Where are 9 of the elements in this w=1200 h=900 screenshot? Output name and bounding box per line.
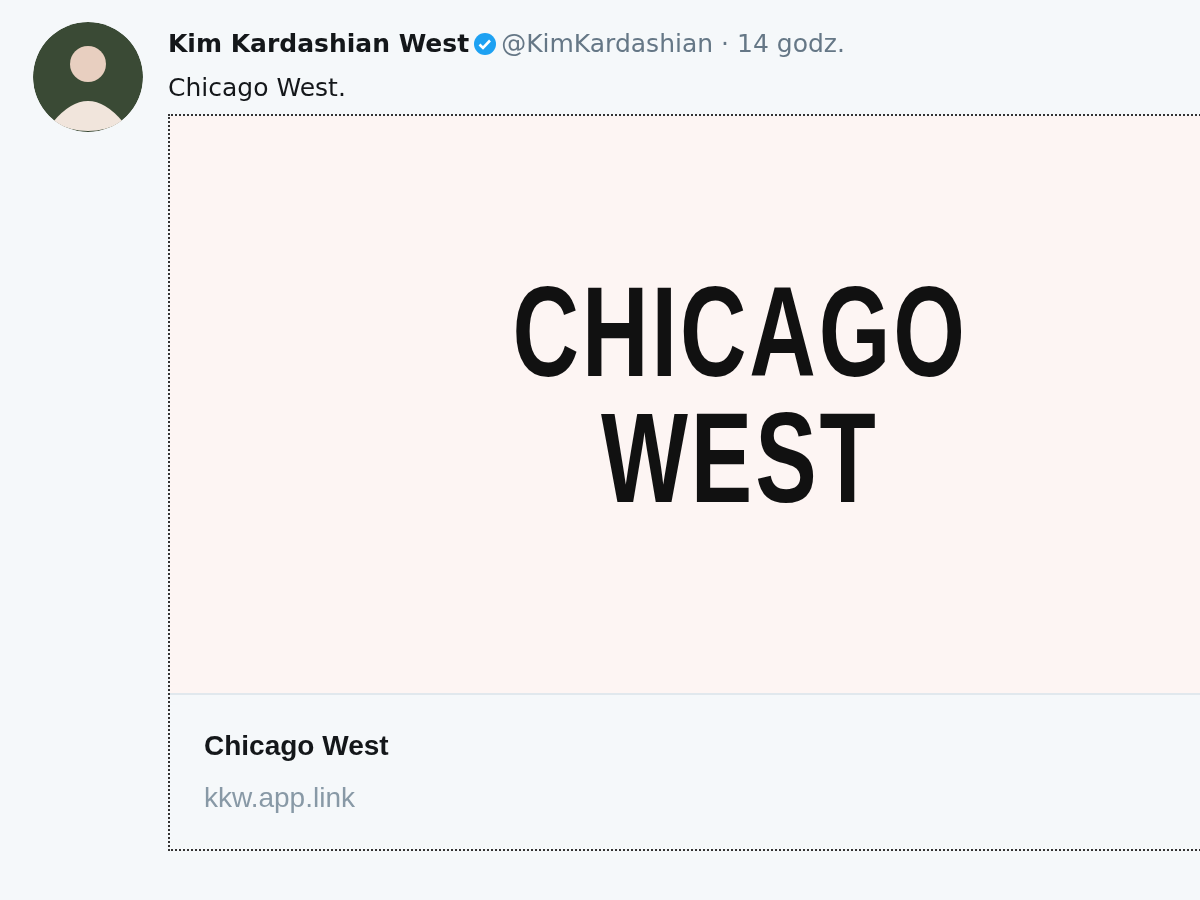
card-image-text: CHICAGO <box>512 268 968 395</box>
card-domain: kkw.app.link <box>204 781 356 815</box>
link-card[interactable]: CHICAGO WEST Chicago West kkw.app.link <box>168 114 1200 851</box>
card-image-text: WEST <box>601 394 879 521</box>
author-handle[interactable]: @KimKardashian <box>501 25 714 63</box>
author-name[interactable]: Kim Kardashian West <box>168 25 470 63</box>
tweet-text: Chicago West. <box>168 71 347 104</box>
tweet-time[interactable]: · 14 godz. <box>721 25 845 63</box>
card-title: Chicago West <box>204 729 390 763</box>
